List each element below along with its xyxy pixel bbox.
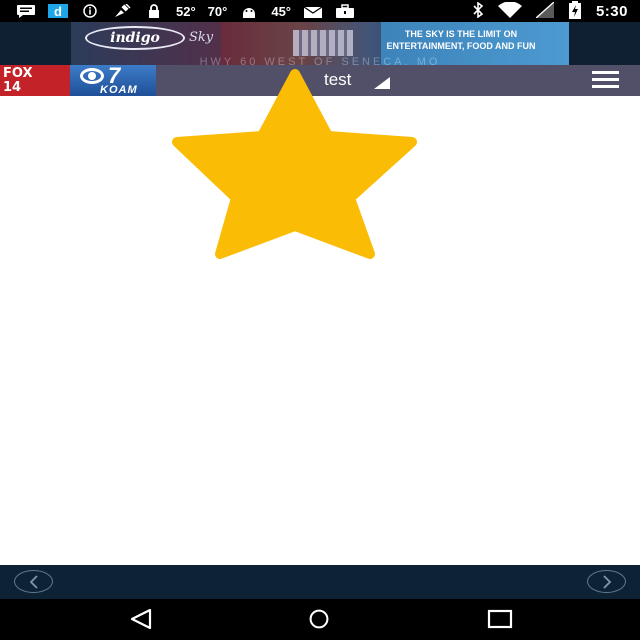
mail-icon <box>303 0 323 22</box>
system-navigation-bar <box>0 599 640 640</box>
ad-headline: THE SKY IS THE LIMIT ON ENTERTAINMENT, F… <box>361 28 561 52</box>
bottom-nav-bar <box>0 565 640 599</box>
info-icon <box>80 0 100 22</box>
battery-charging-icon <box>568 0 582 22</box>
ad-strip: indigo Sky THE SKY IS THE LIMIT ON ENTER… <box>0 22 640 65</box>
android-icon <box>239 0 259 22</box>
chevron-left-icon <box>29 574 38 589</box>
koam-logo-text: KOAM <box>100 84 138 96</box>
fox-logo: FOX 14 <box>0 65 70 96</box>
status-bar: d 52° 70° 45° 5:30 <box>0 0 640 22</box>
recent-apps-icon[interactable] <box>486 607 514 631</box>
station-logo[interactable]: FOX 14 7 KOAM <box>0 63 156 96</box>
cbs-eye-icon <box>80 68 104 84</box>
ad-slot-machines <box>293 30 353 56</box>
fox-logo-text: FOX <box>3 66 33 81</box>
fox-logo-number: 14 <box>3 80 22 95</box>
svg-text:d: d <box>54 4 62 18</box>
chevron-right-icon <box>602 574 611 589</box>
hamburger-menu-icon[interactable] <box>592 71 619 88</box>
ad-headline-line-1: THE SKY IS THE LIMIT ON <box>404 29 518 39</box>
home-icon[interactable] <box>305 607 333 631</box>
temp-3: 45° <box>271 3 292 19</box>
app-d-icon: d <box>48 0 68 22</box>
temp-2: 70° <box>207 3 228 19</box>
lock-icon <box>144 0 164 22</box>
next-button[interactable] <box>587 570 626 593</box>
temp-1: 52° <box>176 3 196 19</box>
ad-address: HWY 60 WEST OF SENECA, MO <box>199 56 441 65</box>
message-icon <box>16 0 36 22</box>
ad-banner[interactable]: indigo Sky THE SKY IS THE LIMIT ON ENTER… <box>71 22 569 65</box>
star-icon[interactable] <box>172 68 418 260</box>
briefcase-icon <box>335 0 355 22</box>
ad-headline-line-2: ENTERTAINMENT, FOOD AND FUN <box>386 41 536 51</box>
clock: 5:30 <box>595 2 628 20</box>
satellite-icon <box>112 0 132 22</box>
cbs-logo: 7 KOAM <box>70 63 156 96</box>
bluetooth-icon <box>472 0 484 21</box>
ad-logo: indigo <box>85 26 185 50</box>
back-icon[interactable] <box>127 607 155 631</box>
previous-button[interactable] <box>14 570 53 593</box>
signal-icon <box>535 0 555 21</box>
wifi-icon <box>497 0 522 21</box>
ad-logo-tail: Sky <box>189 30 214 45</box>
app-screen: d 52° 70° 45° 5:30 indigo Sky THE SKY IS… <box>0 0 640 640</box>
